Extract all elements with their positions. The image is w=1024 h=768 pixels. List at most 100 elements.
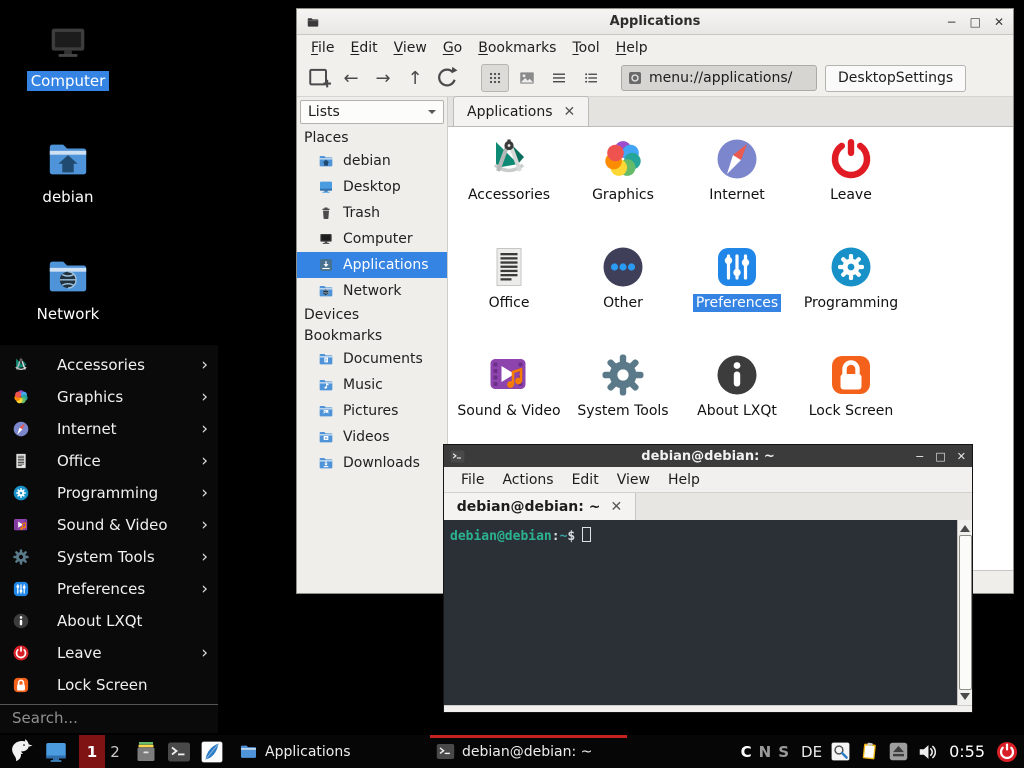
menu-item-preferences[interactable]: Preferences› xyxy=(0,573,218,605)
menu-item-system-tools[interactable]: System Tools› xyxy=(0,541,218,573)
menubar-item-go[interactable]: Go xyxy=(435,40,470,56)
icon-view-button[interactable] xyxy=(481,64,509,92)
quick-launch-featherpad-icon[interactable] xyxy=(200,740,224,764)
workspace-button-1[interactable]: 1 xyxy=(79,735,105,768)
terminal-titlebar[interactable]: debian@debian: ~ − □ ✕ xyxy=(444,445,972,467)
terminal-menubar-item-help[interactable]: Help xyxy=(659,472,709,488)
menu-item-office[interactable]: Office› xyxy=(0,445,218,477)
app-category-sound-video[interactable]: Sound & Video xyxy=(452,351,566,420)
app-category-about-lxqt[interactable]: About LXQt xyxy=(680,351,794,420)
keyboard-indicator-n[interactable]: N xyxy=(759,743,772,761)
sidebar-item-debian[interactable]: debian xyxy=(297,148,447,174)
leave-button[interactable] xyxy=(995,740,1019,764)
menubar-item-tool[interactable]: Tool xyxy=(564,40,607,56)
forward-button[interactable]: → xyxy=(369,64,397,92)
terminal-menubar-item-actions[interactable]: Actions xyxy=(493,472,562,488)
scroll-up-icon[interactable] xyxy=(960,525,970,532)
app-category-programming[interactable]: Programming xyxy=(794,243,908,312)
menu-item-leave[interactable]: Leave› xyxy=(0,637,218,669)
keyboard-layout-indicator[interactable]: DE xyxy=(801,743,822,761)
sidebar-item-applications[interactable]: Applications xyxy=(297,252,447,278)
up-button[interactable]: ↑ xyxy=(401,64,429,92)
sidebar-item-network[interactable]: Network xyxy=(297,278,447,304)
tray-clipboard-icon[interactable] xyxy=(859,741,880,762)
tab-applications[interactable]: Applications ✕ xyxy=(453,96,589,126)
menu-item-graphics[interactable]: Graphics› xyxy=(0,381,218,413)
tab-close-icon[interactable]: ✕ xyxy=(610,499,622,515)
keyboard-indicator-c[interactable]: C xyxy=(741,743,752,761)
app-category-internet[interactable]: Internet xyxy=(680,135,794,204)
desktop-icon-debian[interactable]: debian xyxy=(18,136,118,207)
sidebar-item-videos[interactable]: Videos xyxy=(297,424,447,450)
close-button[interactable]: ✕ xyxy=(957,451,966,462)
clock[interactable]: 0:55 xyxy=(949,742,985,761)
maximize-button[interactable]: □ xyxy=(970,16,981,28)
minimize-button[interactable]: − xyxy=(915,451,924,462)
menu-item-accessories[interactable]: Accessories› xyxy=(0,349,218,381)
folder-pictures-icon xyxy=(318,403,334,419)
menu-search-input[interactable]: Search... xyxy=(0,704,218,731)
quick-launch-terminal-icon[interactable] xyxy=(167,740,191,764)
menu-item-programming[interactable]: Programming› xyxy=(0,477,218,509)
scrollbar-thumb[interactable] xyxy=(959,535,972,690)
terminal-menubar-item-edit[interactable]: Edit xyxy=(563,472,608,488)
task-button-applications[interactable]: Applications xyxy=(233,735,430,768)
sidebar-item-desktop[interactable]: Desktop xyxy=(297,174,447,200)
show-desktop-button[interactable] xyxy=(44,740,68,764)
menu-item-sound-video[interactable]: Sound & Video› xyxy=(0,509,218,541)
desktop-settings-button[interactable]: DesktopSettings xyxy=(825,65,966,92)
sidebar-mode-combobox[interactable]: Lists xyxy=(300,100,444,124)
app-category-leave[interactable]: Leave xyxy=(794,135,908,204)
desktop-icon-network[interactable]: Network xyxy=(18,253,118,324)
terminal-screen[interactable]: debian@debian:~$ xyxy=(444,520,957,705)
thumbnail-view-button[interactable] xyxy=(513,64,541,92)
app-category-lock-screen[interactable]: Lock Screen xyxy=(794,351,908,420)
menu-item-internet[interactable]: Internet› xyxy=(0,413,218,445)
tray-screenshot-icon[interactable] xyxy=(830,741,851,762)
terminal-menubar-item-view[interactable]: View xyxy=(608,472,659,488)
app-category-other[interactable]: Other xyxy=(566,243,680,312)
detailed-view-button[interactable] xyxy=(577,64,605,92)
close-button[interactable]: ✕ xyxy=(994,16,1004,28)
quick-launch-filecabinet-icon[interactable] xyxy=(134,740,158,764)
sidebar-item-computer[interactable]: Computer xyxy=(297,226,447,252)
minimize-button[interactable]: − xyxy=(947,16,957,28)
scroll-down-icon[interactable] xyxy=(960,693,970,700)
sidebar-item-trash[interactable]: Trash xyxy=(297,200,447,226)
desktop-icon-computer[interactable]: Computer xyxy=(18,20,118,91)
menubar-item-help[interactable]: Help xyxy=(608,40,656,56)
computer-icon xyxy=(318,231,334,247)
task-button-debian-debian[interactable]: debian@debian: ~ xyxy=(430,735,627,768)
keyboard-indicator-s[interactable]: S xyxy=(778,743,789,761)
sidebar-item-pictures[interactable]: Pictures xyxy=(297,398,447,424)
menubar-item-view[interactable]: View xyxy=(386,40,435,56)
app-category-system-tools[interactable]: System Tools xyxy=(566,351,680,420)
terminal-tab[interactable]: debian@debian: ~ ✕ xyxy=(444,493,636,520)
terminal-menubar-item-file[interactable]: File xyxy=(452,472,493,488)
menubar-item-bookmarks[interactable]: Bookmarks xyxy=(470,40,564,56)
app-category-office[interactable]: Office xyxy=(452,243,566,312)
app-category-preferences[interactable]: Preferences xyxy=(680,243,794,312)
address-bar[interactable]: menu://applications/ xyxy=(621,65,817,91)
back-button[interactable]: ← xyxy=(337,64,365,92)
sidebar-item-downloads[interactable]: Downloads xyxy=(297,450,447,476)
app-category-graphics[interactable]: Graphics xyxy=(566,135,680,204)
app-category-accessories[interactable]: Accessories xyxy=(452,135,566,204)
tab-close-icon[interactable]: ✕ xyxy=(564,104,576,120)
tray-volume-icon[interactable] xyxy=(917,741,939,763)
sidebar-item-music[interactable]: Music xyxy=(297,372,447,398)
new-tab-button[interactable] xyxy=(305,64,333,92)
file-manager-titlebar[interactable]: Applications − □ ✕ xyxy=(297,9,1013,35)
scrollbar[interactable] xyxy=(957,520,972,705)
maximize-button[interactable]: □ xyxy=(935,451,945,462)
menubar-item-file[interactable]: File xyxy=(303,40,342,56)
menubar-item-edit[interactable]: Edit xyxy=(342,40,385,56)
reload-button[interactable] xyxy=(433,64,461,92)
start-menu-button[interactable] xyxy=(6,738,33,765)
compact-view-button[interactable] xyxy=(545,64,573,92)
workspace-button-2[interactable]: 2 xyxy=(105,735,125,768)
sidebar-item-documents[interactable]: Documents xyxy=(297,346,447,372)
tray-eject-icon[interactable] xyxy=(888,741,909,762)
menu-item-about-lxqt[interactable]: About LXQt xyxy=(0,605,218,637)
menu-item-lock-screen[interactable]: Lock Screen xyxy=(0,669,218,701)
